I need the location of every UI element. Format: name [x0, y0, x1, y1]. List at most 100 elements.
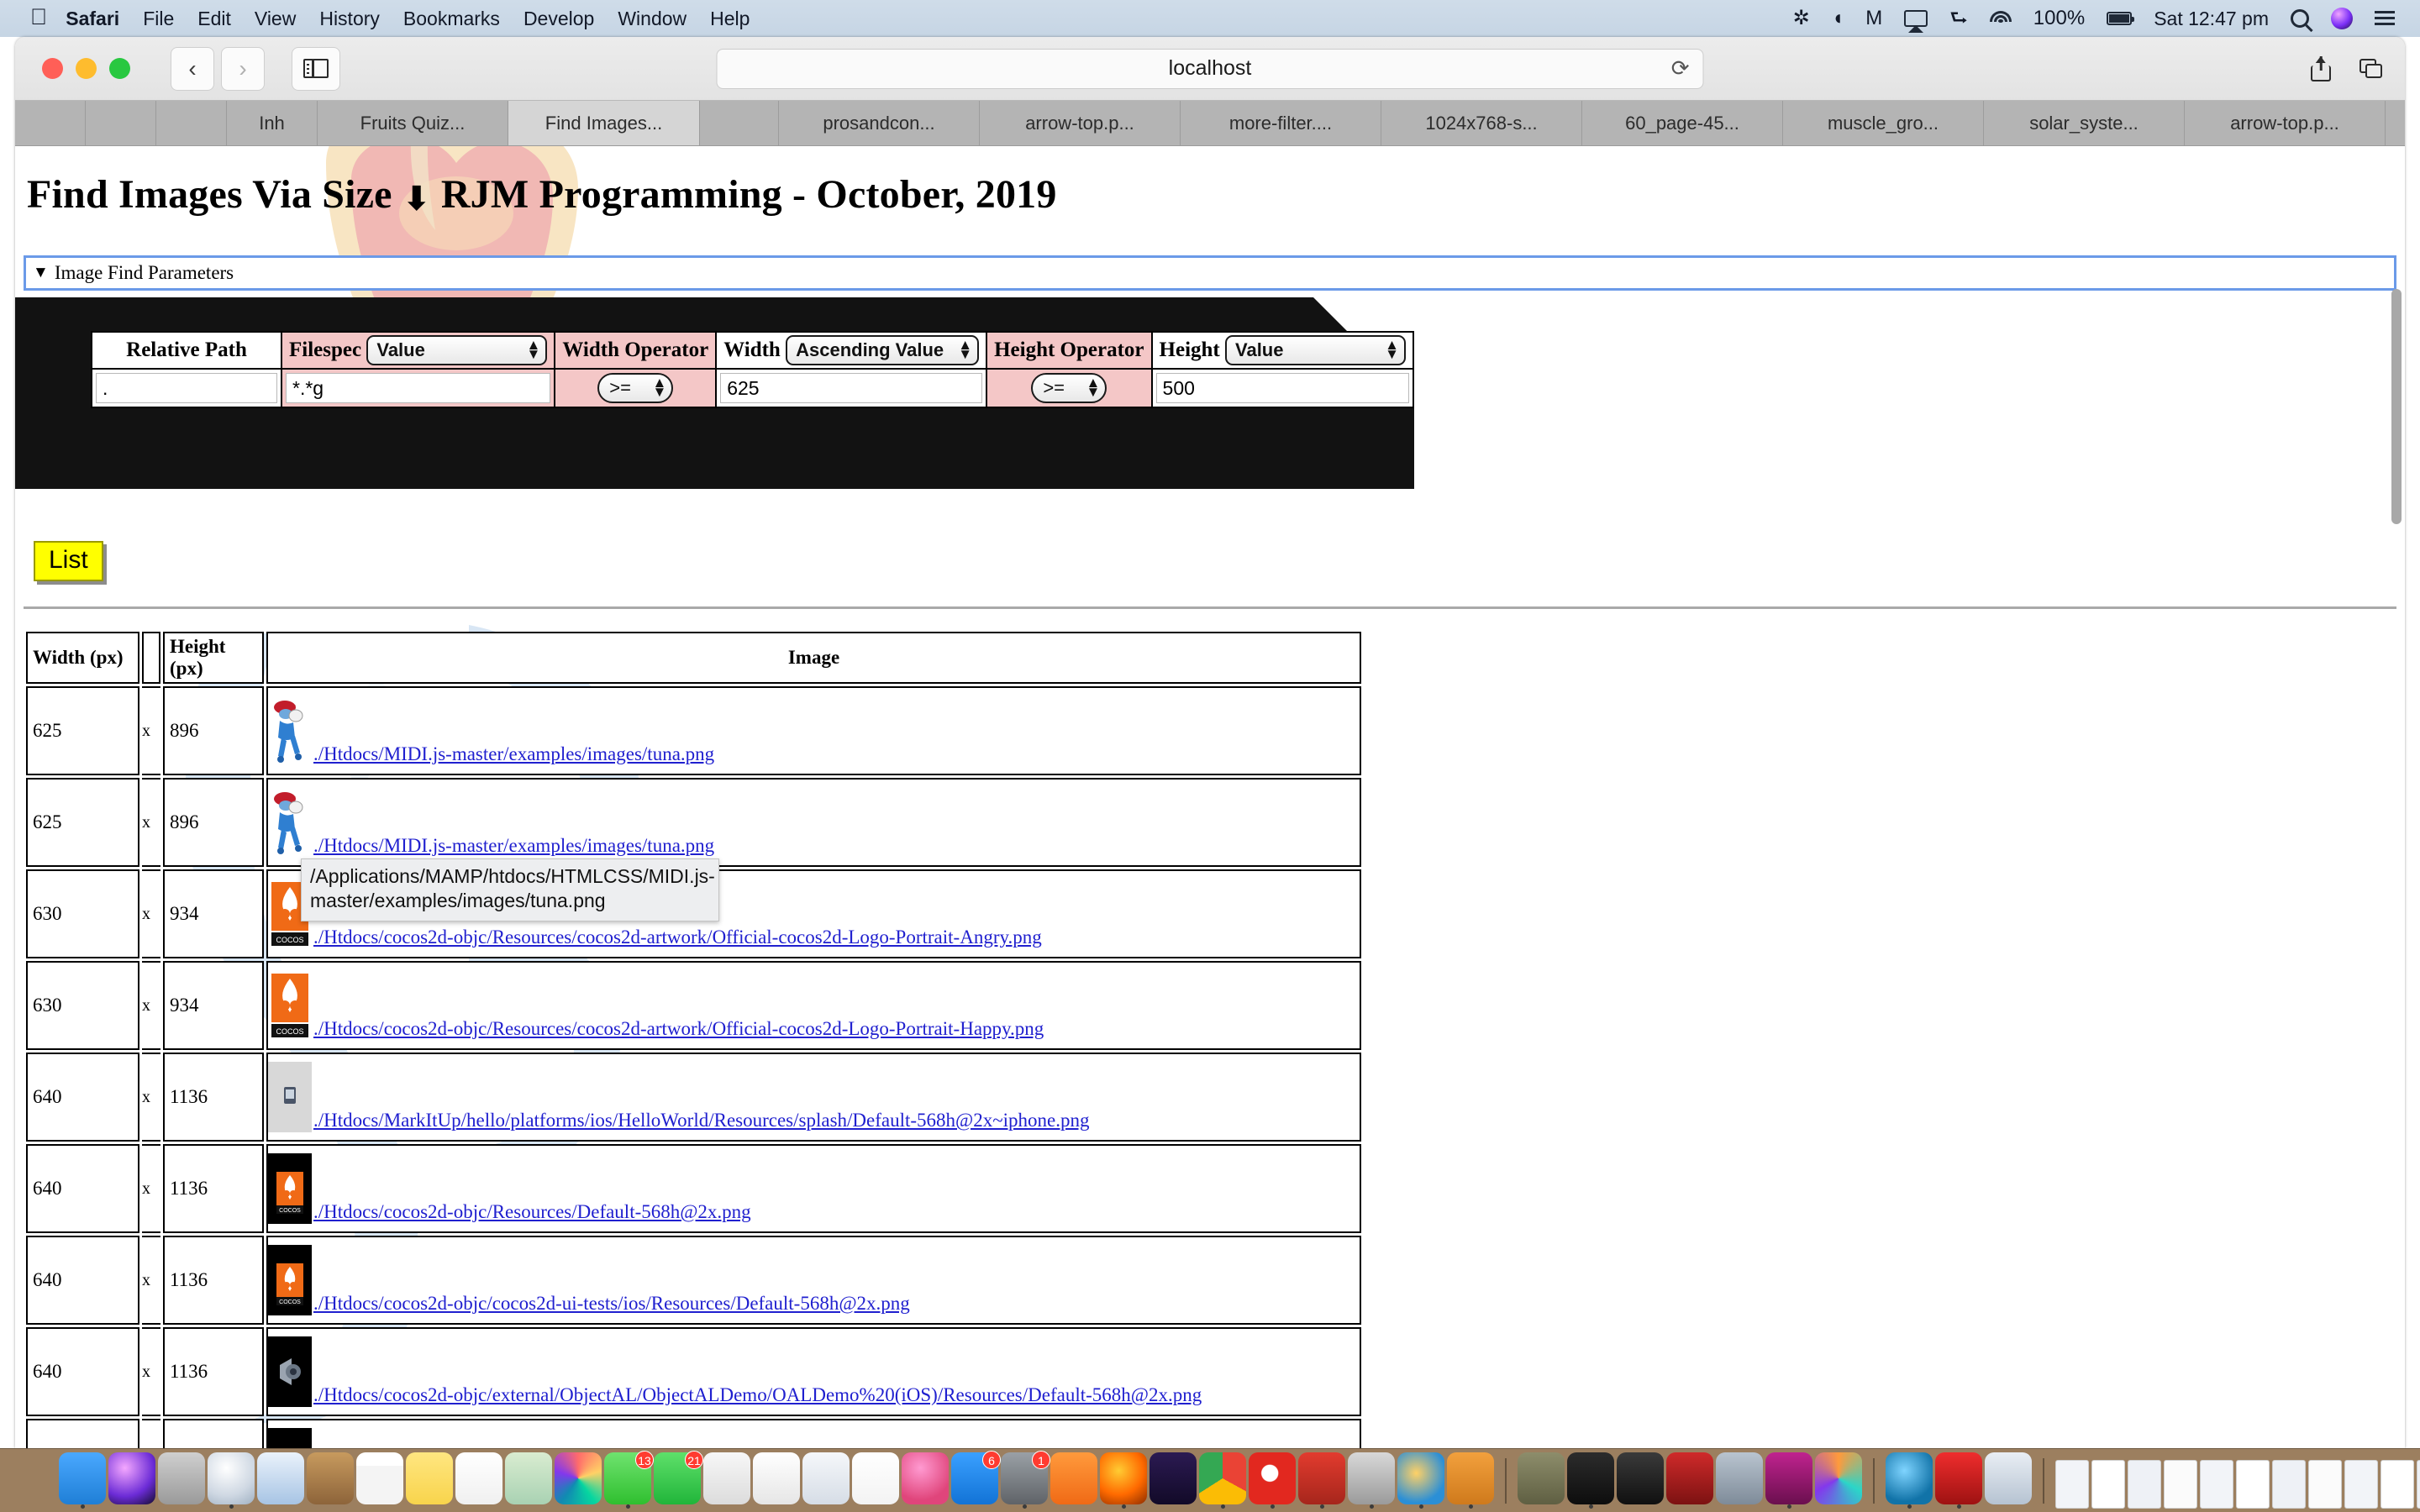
system-preferences-icon[interactable]: 1	[1001, 1451, 1050, 1504]
back-button[interactable]: ‹	[171, 46, 214, 91]
width-input[interactable]: 625	[720, 373, 983, 403]
adobe-bridge-icon[interactable]	[1815, 1452, 1862, 1504]
r-studio-icon[interactable]	[1716, 1452, 1763, 1504]
dock-item[interactable]	[902, 1452, 949, 1509]
menu-item-safari[interactable]: Safari	[66, 8, 119, 30]
dock-minimized-window[interactable]	[2200, 1460, 2233, 1509]
launchpad-icon[interactable]	[158, 1452, 205, 1504]
gimp-icon[interactable]	[1518, 1452, 1565, 1504]
close-window-button[interactable]	[42, 58, 63, 79]
dock-item[interactable]	[1765, 1452, 1812, 1509]
terminal-icon[interactable]	[1567, 1452, 1614, 1504]
filespec-sort-select[interactable]: Value ▲ ▼	[366, 335, 548, 365]
control-center-icon[interactable]	[2375, 11, 2395, 26]
dock-item[interactable]	[1886, 1452, 1933, 1509]
browser-tab-11[interactable]: 60_page-45...	[1582, 101, 1783, 145]
dock-item[interactable]	[555, 1452, 602, 1509]
height-operator-select[interactable]: >= ▲ ▼	[1031, 373, 1107, 403]
dock-item[interactable]	[753, 1452, 800, 1509]
browser-tab-3[interactable]: Inh	[227, 101, 318, 145]
adobe-xd-icon[interactable]	[1765, 1452, 1812, 1504]
image-path-link[interactable]: ./Htdocs/MarkItUp/hello/platforms/ios/He…	[313, 1110, 1090, 1132]
siri-icon[interactable]	[2331, 8, 2353, 29]
menu-bar-clock[interactable]: Sat 12:47 pm	[2154, 8, 2269, 30]
browser-tab-blank-0[interactable]	[15, 101, 86, 145]
sidebar-toggle-button[interactable]	[292, 46, 340, 91]
inkscape-icon[interactable]	[1617, 1452, 1664, 1504]
apple-logo-icon[interactable]: 	[30, 5, 47, 29]
preview-icon[interactable]	[1985, 1452, 2032, 1504]
dock-minimized-window[interactable]	[2344, 1460, 2378, 1509]
battery-icon[interactable]	[2107, 12, 2135, 25]
image-path-link[interactable]: ./Htdocs/cocos2d-objc/external/ObjectAL/…	[313, 1384, 1202, 1407]
dock-item[interactable]	[1985, 1452, 2032, 1509]
dock-item[interactable]	[208, 1452, 255, 1509]
list-button[interactable]: List	[34, 541, 103, 581]
menu-item-history[interactable]: History	[319, 8, 380, 30]
relative-path-input[interactable]: .	[96, 373, 278, 403]
menu-item-file[interactable]: File	[143, 8, 174, 30]
airplay-icon[interactable]	[1904, 10, 1928, 27]
image-path-link[interactable]: ./Htdocs/MIDI.js-master/examples/images/…	[313, 835, 714, 858]
browser-tab-8[interactable]: arrow-top.p...	[980, 101, 1181, 145]
dock-item[interactable]	[1199, 1452, 1246, 1509]
dock-item[interactable]	[703, 1452, 750, 1509]
finder-icon[interactable]	[59, 1452, 106, 1504]
opera-icon[interactable]	[1249, 1452, 1296, 1504]
photoshop-icon[interactable]	[1150, 1452, 1197, 1504]
dock-item[interactable]	[505, 1452, 552, 1509]
reminders-icon[interactable]	[455, 1452, 502, 1504]
news-icon[interactable]	[852, 1452, 899, 1504]
browser-tab-10[interactable]: 1024x768-s...	[1381, 101, 1582, 145]
dock-minimized-window[interactable]	[2417, 1460, 2420, 1509]
notes-icon[interactable]	[406, 1452, 453, 1504]
calendar-icon[interactable]	[356, 1452, 403, 1504]
dock-item[interactable]	[1298, 1452, 1345, 1509]
dock-minimized-window[interactable]	[2381, 1460, 2414, 1509]
dock-item[interactable]	[406, 1452, 453, 1509]
dock-minimized-window[interactable]	[2272, 1460, 2306, 1509]
browser-tab-blank-1[interactable]	[86, 101, 156, 145]
dock-item[interactable]	[1567, 1452, 1614, 1509]
mail-icon[interactable]	[257, 1452, 304, 1504]
width-sort-select[interactable]: Ascending Value ▲ ▼	[786, 335, 980, 365]
image-find-parameters-disclosure[interactable]: ▼ Image Find Parameters	[24, 255, 2396, 291]
dock-item[interactable]	[59, 1452, 106, 1509]
contacts-icon[interactable]	[307, 1452, 354, 1504]
dock-item[interactable]	[1050, 1452, 1097, 1509]
brackets-icon[interactable]	[1447, 1452, 1494, 1504]
keynote-icon[interactable]	[703, 1452, 750, 1504]
firefox-icon[interactable]	[1100, 1452, 1147, 1504]
dock-item[interactable]: 21	[654, 1451, 703, 1509]
dock-item[interactable]	[802, 1452, 850, 1509]
dock-item[interactable]	[1100, 1452, 1147, 1509]
address-bar[interactable]: localhost ⟳	[716, 48, 1704, 89]
dock-minimized-window[interactable]	[2236, 1460, 2270, 1509]
dock-item[interactable]	[455, 1452, 502, 1509]
browser-tab-9[interactable]: more-filter....	[1181, 101, 1381, 145]
adobe-creative-cloud-icon[interactable]	[1935, 1452, 1982, 1504]
chrome-icon[interactable]	[1199, 1452, 1246, 1504]
width-operator-select[interactable]: >= ▲ ▼	[597, 373, 674, 403]
reload-icon[interactable]: ⟳	[1671, 55, 1690, 81]
maximize-window-button[interactable]	[109, 58, 130, 79]
height-sort-select[interactable]: Value ▲ ▼	[1225, 335, 1406, 365]
dock-item[interactable]	[1716, 1452, 1763, 1509]
browser-tab-12[interactable]: muscle_gro...	[1783, 101, 1984, 145]
pixelmator-icon[interactable]	[1666, 1452, 1713, 1504]
dock-item[interactable]: 6	[951, 1451, 1001, 1509]
dock-minimized-window[interactable]	[2128, 1460, 2161, 1509]
dock-item[interactable]	[1935, 1452, 1982, 1509]
image-path-link[interactable]: ./Htdocs/cocos2d-objc/Resources/cocos2d-…	[313, 1018, 1044, 1041]
dock-minimized-window[interactable]	[2091, 1460, 2125, 1509]
spotlight-search-icon[interactable]	[2291, 9, 2309, 28]
malwarebytes-icon[interactable]: ✲	[1793, 8, 1810, 29]
forward-button[interactable]: ›	[221, 46, 265, 91]
image-path-link[interactable]: ./Htdocs/cocos2d-objc/Resources/cocos2d-…	[313, 927, 1042, 949]
menu-item-develop[interactable]: Develop	[523, 8, 594, 30]
dock-item[interactable]	[108, 1452, 155, 1509]
share-icon[interactable]	[2311, 55, 2331, 81]
filespec-input[interactable]: *.*g	[286, 373, 551, 403]
malwarebytes-m-icon[interactable]: M	[1865, 8, 1882, 29]
page-scrollbar-thumb[interactable]	[2391, 289, 2402, 524]
